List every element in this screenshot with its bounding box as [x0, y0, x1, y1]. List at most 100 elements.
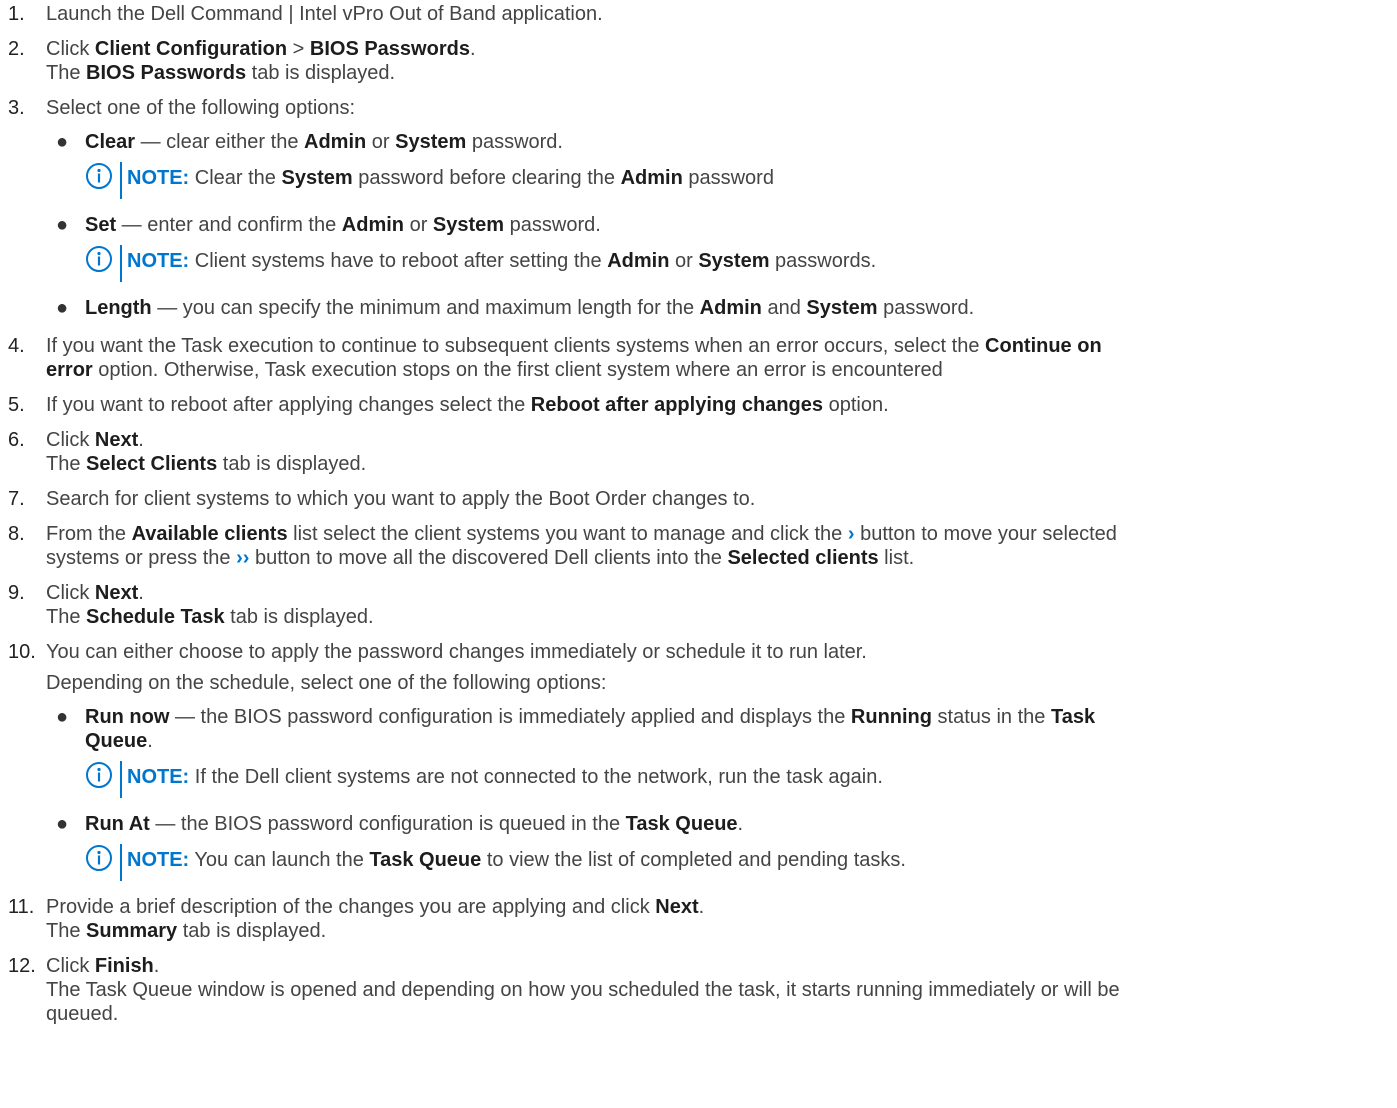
option-run-at: ● Run At — the BIOS password configurati…	[46, 812, 1397, 836]
step-text: From the Available clients list select t…	[46, 522, 1397, 546]
text-run: button to move all the discovered Dell c…	[249, 547, 728, 569]
text-run: password.	[466, 131, 563, 153]
text-run: — enter and confirm the	[116, 214, 342, 236]
step-text: Launch the Dell Command | Intel vPro Out…	[46, 3, 603, 25]
step-10: 10. You can either choose to apply the p…	[0, 640, 1397, 881]
ui-term: System	[806, 297, 878, 319]
step-8: 8. From the Available clients list selec…	[0, 522, 1397, 570]
text-run: .	[138, 429, 144, 451]
step-text: Search for client systems to which you w…	[46, 488, 756, 510]
ui-term: Available clients	[131, 523, 288, 545]
step-number: 12.	[8, 955, 36, 977]
text-run: list select the client systems you want …	[287, 523, 848, 545]
text-run: tab is displayed.	[177, 920, 327, 942]
step-text: If you want the Task execution to contin…	[46, 334, 1397, 358]
text-run: The	[46, 606, 87, 628]
text-run: If the Dell client systems are not conne…	[189, 766, 883, 788]
option-set: ● Set — enter and confirm the Admin or S…	[46, 213, 1397, 237]
step-text: Click Next.	[46, 428, 1397, 452]
text-run: Click	[46, 429, 95, 451]
text-run: password.	[504, 214, 601, 236]
step-number: 9.	[8, 582, 25, 604]
step-number: 4.	[8, 335, 25, 357]
text-run: tab is displayed.	[217, 453, 367, 475]
step-text-continued: Depending on the schedule, select one of…	[46, 672, 607, 694]
ui-term: Client Configuration	[94, 38, 288, 60]
step-11: 11. Provide a brief description of the c…	[0, 895, 1397, 943]
text-run: The	[46, 453, 87, 475]
ui-term: Admin	[304, 131, 367, 153]
text-run: .	[153, 955, 160, 977]
ui-term: Summary	[86, 920, 178, 942]
step-result-continued: queued.	[46, 1003, 119, 1025]
step-9: 9. Click Next. The Schedule Task tab is …	[0, 581, 1397, 629]
note-callout: NOTE: You can launch the Task Queue to v…	[85, 844, 1397, 881]
info-circle-icon	[85, 162, 115, 190]
text-run: If you want to reboot after applying cha…	[46, 394, 531, 416]
step-1: 1. Launch the Dell Command | Intel vPro …	[0, 2, 1397, 26]
note-label: NOTE:	[127, 849, 190, 871]
option-name: Set	[85, 214, 117, 236]
note-text: NOTE: If the Dell client systems are not…	[122, 765, 883, 789]
note-text: NOTE: You can launch the Task Queue to v…	[122, 848, 906, 872]
ui-term: System	[281, 167, 353, 189]
text-run: or	[669, 250, 699, 272]
text-run: passwords.	[769, 250, 877, 272]
text-run: password	[682, 167, 774, 189]
ui-term: Task Queue	[625, 813, 738, 835]
text-run: option. Otherwise, Task execution stops …	[92, 359, 943, 381]
option-length: ● Length — you can specify the minimum a…	[46, 296, 1397, 320]
ui-term: Select Clients	[86, 453, 218, 475]
step-result: The Summary tab is displayed.	[46, 919, 1397, 943]
ui-term: Admin	[699, 297, 762, 319]
text-run: or	[404, 214, 433, 236]
note-text: NOTE: Clear the System password before c…	[122, 166, 774, 190]
text-run: option.	[823, 394, 889, 416]
step-number: 1.	[8, 3, 25, 25]
step-number: 6.	[8, 429, 25, 451]
text-run: or	[366, 131, 396, 153]
text-run: to view the list of completed and pendin…	[481, 849, 906, 871]
step-number: 3.	[8, 97, 25, 119]
text-run: Clear the	[189, 167, 282, 189]
info-circle-icon	[85, 844, 115, 872]
info-circle-icon	[85, 245, 115, 273]
ui-term: Running	[850, 706, 932, 728]
step-number: 8.	[8, 523, 25, 545]
ui-term: Next	[655, 896, 699, 918]
note-callout: NOTE: Client systems have to reboot afte…	[85, 245, 1397, 282]
step-text: You can either choose to apply the passw…	[46, 641, 867, 663]
ui-term: Queue	[85, 730, 148, 752]
step-5: 5. If you want to reboot after applying …	[0, 393, 1397, 417]
text-run: .	[469, 38, 476, 60]
step-number: 2.	[8, 38, 25, 60]
ui-term: System	[698, 250, 770, 272]
ui-term: System	[395, 131, 467, 153]
ui-term: Reboot after applying changes	[530, 394, 824, 416]
step-result: The Task Queue window is opened and depe…	[46, 979, 1120, 1001]
text-run: button to move your selected	[854, 523, 1117, 545]
text-run: .	[698, 896, 705, 918]
ui-term: BIOS Passwords	[86, 62, 247, 84]
bullet-dot-icon: ●	[56, 297, 69, 319]
note-label: NOTE:	[127, 167, 190, 189]
ui-term: error	[46, 359, 93, 381]
step-text-continued: error option. Otherwise, Task execution …	[46, 358, 1397, 382]
text-run: — you can specify the minimum and maximu…	[151, 297, 700, 319]
ui-term: Task	[1050, 706, 1096, 728]
text-run: tab is displayed.	[224, 606, 374, 628]
text-run: — the BIOS password configuration is imm…	[169, 706, 851, 728]
double-chevron-right-icon: ››	[236, 547, 250, 569]
text-run: If you want the Task execution to contin…	[46, 335, 986, 357]
ui-term: Schedule Task	[86, 606, 225, 628]
step-text-continued: systems or press the ›› button to move a…	[46, 546, 1397, 570]
procedure-document: 1. Launch the Dell Command | Intel vPro …	[0, 0, 1397, 1026]
step-7: 7. Search for client systems to which yo…	[0, 487, 1397, 511]
ui-term: Admin	[607, 250, 670, 272]
step-number: 7.	[8, 488, 25, 510]
info-circle-icon	[85, 761, 115, 789]
step-number: 10.	[8, 641, 36, 663]
bullet-dot-icon: ●	[56, 813, 69, 835]
step-text: Select one of the following options:	[46, 97, 356, 119]
ui-term: Finish	[94, 955, 154, 977]
